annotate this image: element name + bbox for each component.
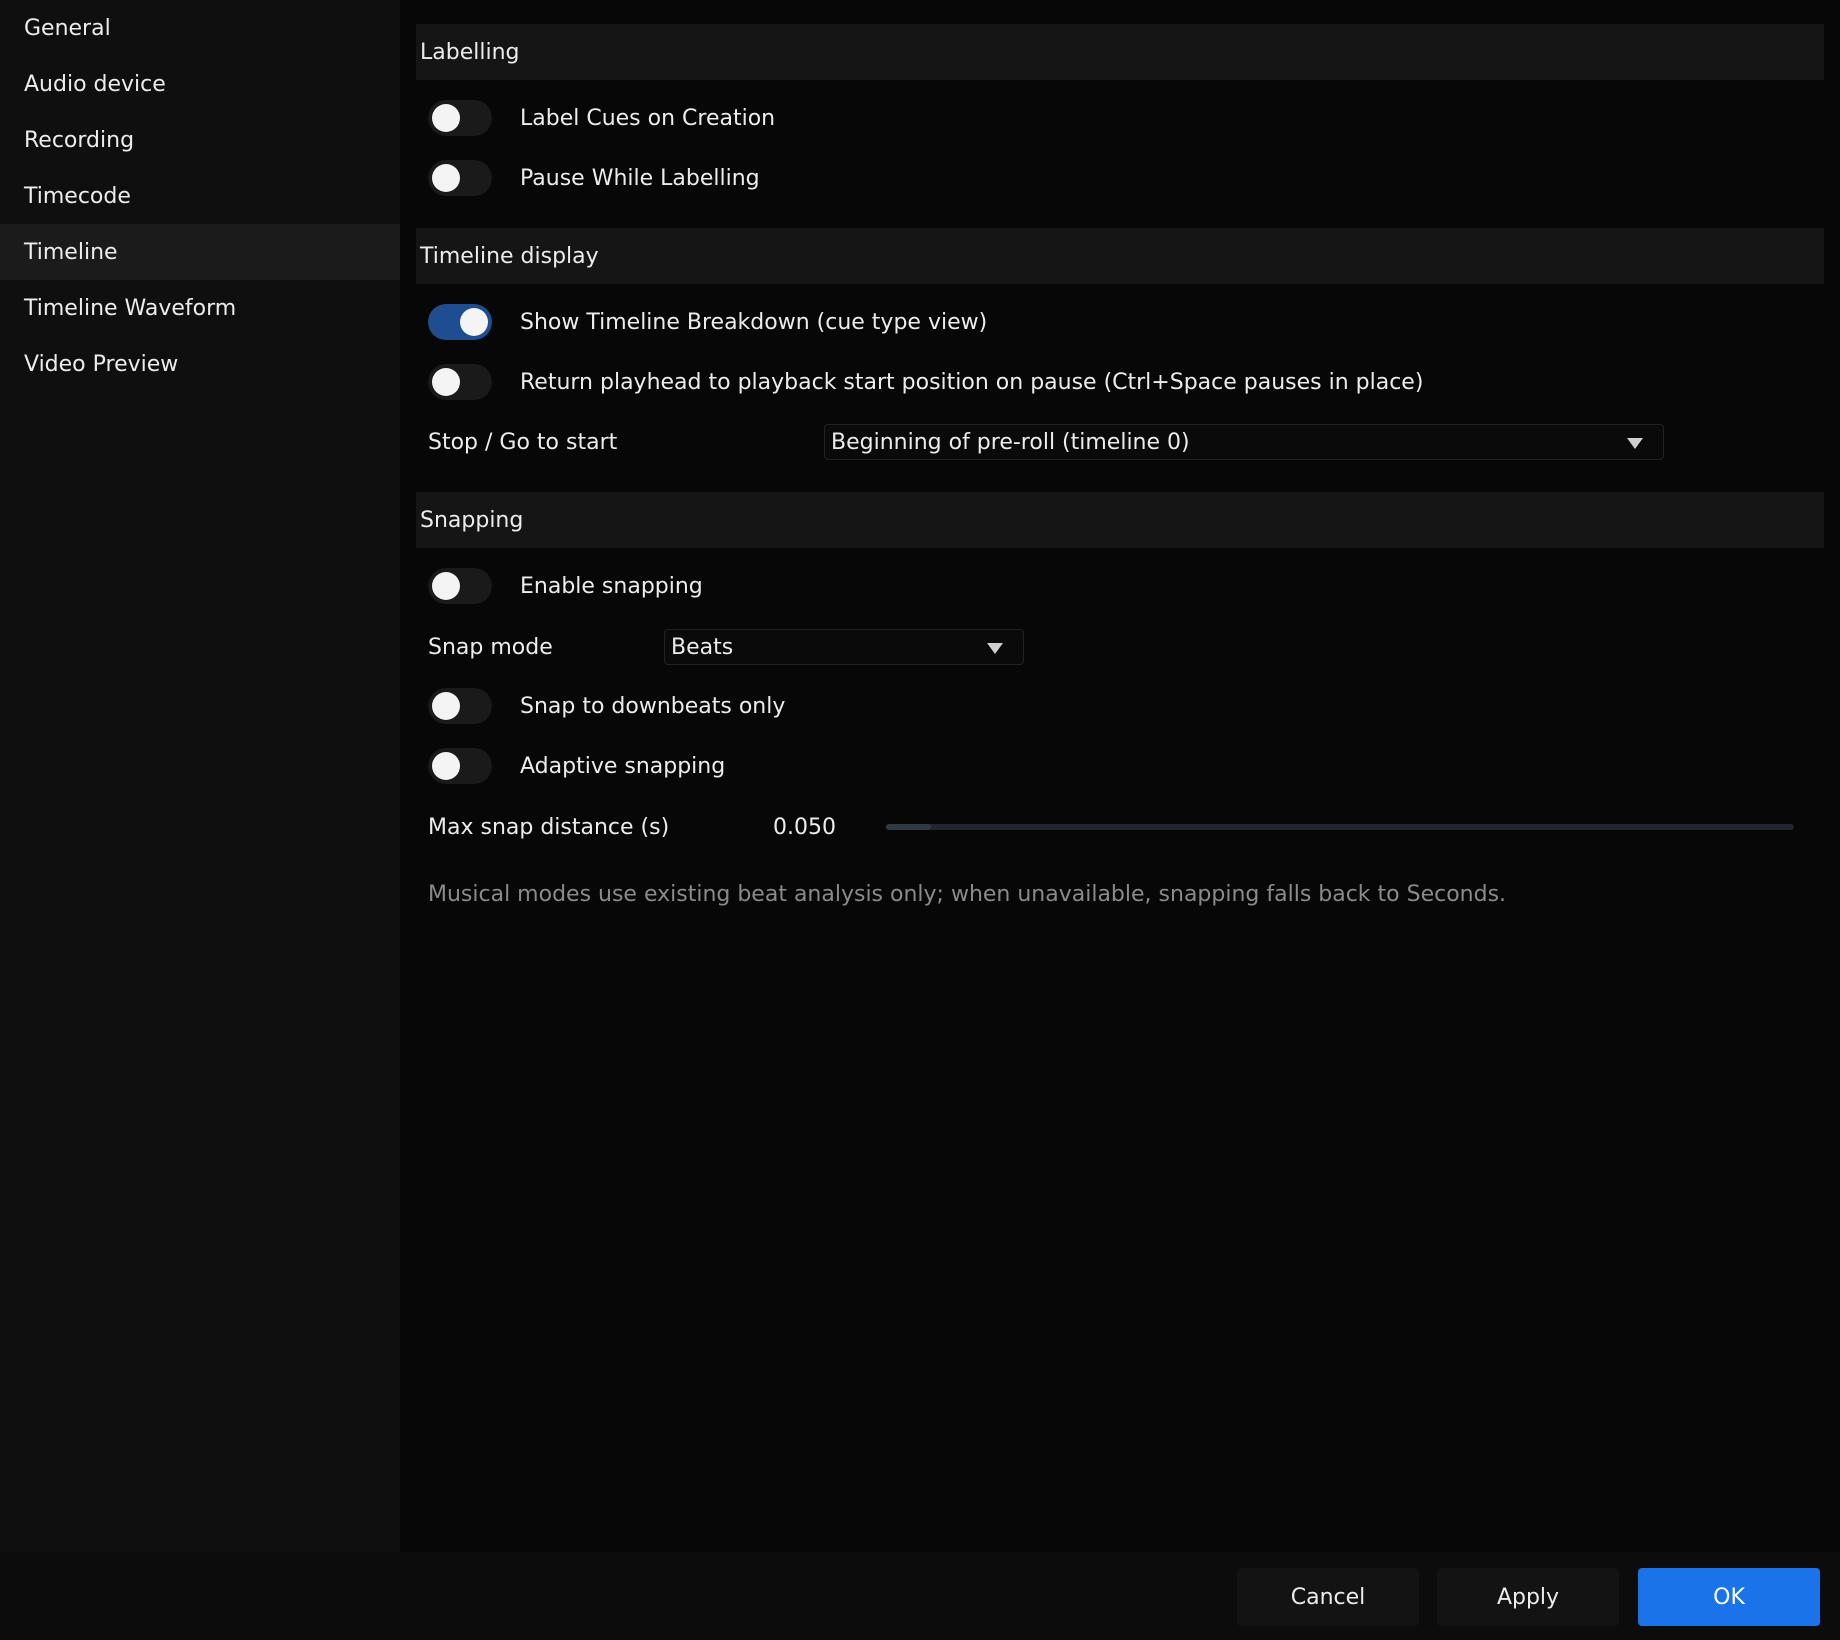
sidebar-item-general[interactable]: General [0,0,400,56]
max-snap-distance-value: 0.050 [773,814,836,840]
return-playhead-row: Return playhead to playback start positi… [428,362,1423,402]
snap-mode-label: Snap mode [428,634,553,660]
sidebar-item-timeline[interactable]: Timeline [0,224,400,280]
show-breakdown-row: Show Timeline Breakdown (cue type view) [428,302,987,342]
max-snap-distance-slider[interactable] [886,824,1794,830]
adaptive-snapping-label: Adaptive snapping [520,753,726,779]
cancel-button[interactable]: Cancel [1237,1568,1419,1626]
sidebar-item-audio-device[interactable]: Audio device [0,56,400,112]
stop-go-to-start-value: Beginning of pre-roll (timeline 0) [831,429,1190,455]
snap-mode-value: Beats [671,634,734,660]
sidebar-item-timeline-waveform[interactable]: Timeline Waveform [0,280,400,336]
toggle-knob [432,368,460,396]
toggle-knob [432,104,460,132]
adaptive-snapping-row: Adaptive snapping [428,746,725,786]
stop-go-to-start-label: Stop / Go to start [428,429,618,455]
toggle-knob [432,572,460,600]
toggle-knob [432,692,460,720]
settings-content: Labelling Label Cues on Creation Pause W… [400,0,1840,1552]
downbeats-only-toggle[interactable] [428,688,492,724]
section-header-timeline-display: Timeline display [416,228,1824,284]
pause-while-labelling-label: Pause While Labelling [520,165,760,191]
chevron-down-icon [1627,438,1643,449]
stop-go-to-start-select[interactable]: Beginning of pre-roll (timeline 0) [824,424,1664,460]
enable-snapping-label: Enable snapping [520,573,703,599]
label-cues-on-creation-row: Label Cues on Creation [428,98,775,138]
snapping-hint-text: Musical modes use existing beat analysis… [428,882,1507,907]
settings-sidebar: General Audio device Recording Timecode … [0,0,400,1552]
section-header-snapping: Snapping [416,492,1824,548]
sidebar-item-recording[interactable]: Recording [0,112,400,168]
slider-fill [886,824,932,830]
label-cues-on-creation-toggle[interactable] [428,100,492,136]
sidebar-item-timecode[interactable]: Timecode [0,168,400,224]
snap-mode-select[interactable]: Beats [664,629,1024,665]
apply-button[interactable]: Apply [1437,1568,1619,1626]
pause-while-labelling-toggle[interactable] [428,160,492,196]
chevron-down-icon [987,643,1003,654]
max-snap-distance-label: Max snap distance (s) [428,814,670,840]
pause-while-labelling-row: Pause While Labelling [428,158,760,198]
downbeats-only-row: Snap to downbeats only [428,686,785,726]
return-playhead-toggle[interactable] [428,364,492,400]
show-breakdown-label: Show Timeline Breakdown (cue type view) [520,309,988,335]
toggle-knob [460,308,488,336]
sidebar-item-video-preview[interactable]: Video Preview [0,336,400,392]
label-cues-on-creation-label: Label Cues on Creation [520,105,776,131]
show-breakdown-toggle[interactable] [428,304,492,340]
toggle-knob [432,164,460,192]
dialog-footer: Cancel Apply OK [0,1552,1840,1640]
enable-snapping-toggle[interactable] [428,568,492,604]
toggle-knob [432,752,460,780]
adaptive-snapping-toggle[interactable] [428,748,492,784]
downbeats-only-label: Snap to downbeats only [520,693,786,719]
return-playhead-label: Return playhead to playback start positi… [520,369,1424,395]
enable-snapping-row: Enable snapping [428,566,703,606]
ok-button[interactable]: OK [1638,1568,1820,1626]
section-header-labelling: Labelling [416,24,1824,80]
